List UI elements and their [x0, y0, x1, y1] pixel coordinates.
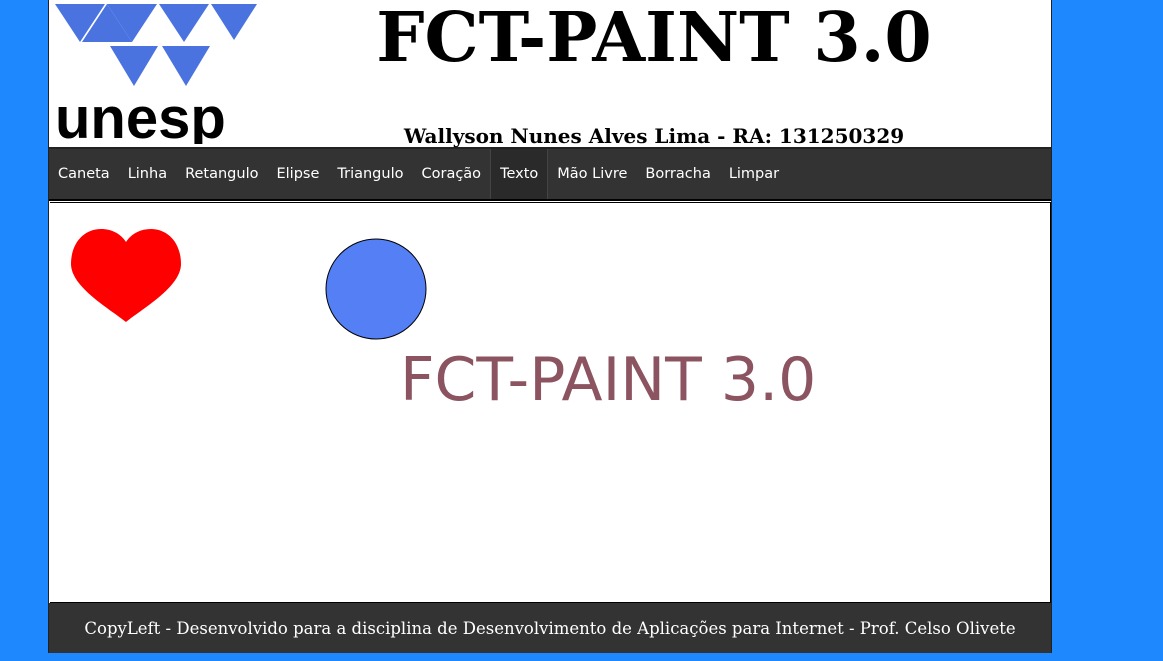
tool-triangulo[interactable]: Triangulo — [328, 149, 412, 199]
tool-limpar[interactable]: Limpar — [720, 149, 788, 199]
header: unesp FCT-PAINT 3.0 Wallyson Nunes Alves… — [49, 0, 1051, 149]
tool-mao-livre[interactable]: Mão Livre — [548, 149, 636, 199]
circle-shape — [325, 238, 427, 340]
tool-borracha[interactable]: Borracha — [636, 149, 719, 199]
tool-coracao[interactable]: Coração — [412, 149, 490, 199]
author-line: Wallyson Nunes Alves Lima - RA: 13125032… — [403, 124, 905, 148]
drawing-canvas[interactable]: FCT-PAINT 3.0 — [50, 202, 1051, 603]
canvas-text: FCT-PAINT 3.0 — [400, 345, 817, 415]
tool-elipse[interactable]: Elipse — [267, 149, 328, 199]
page-title: FCT-PAINT 3.0 — [376, 0, 932, 78]
footer: CopyLeft - Desenvolvido para a disciplin… — [49, 603, 1051, 653]
tool-caneta[interactable]: Caneta — [49, 149, 119, 199]
app-container: unesp FCT-PAINT 3.0 Wallyson Nunes Alves… — [48, 0, 1052, 653]
unesp-logo: unesp — [55, 4, 257, 144]
tool-linha[interactable]: Linha — [119, 149, 176, 199]
svg-text:unesp: unesp — [55, 86, 226, 144]
heart-shape — [71, 229, 181, 322]
tool-menu: Caneta Linha Retangulo Elipse Triangulo … — [49, 149, 1051, 201]
tool-texto[interactable]: Texto — [490, 149, 549, 199]
footer-text: CopyLeft - Desenvolvido para a disciplin… — [84, 618, 1016, 638]
tool-retangulo[interactable]: Retangulo — [176, 149, 267, 199]
